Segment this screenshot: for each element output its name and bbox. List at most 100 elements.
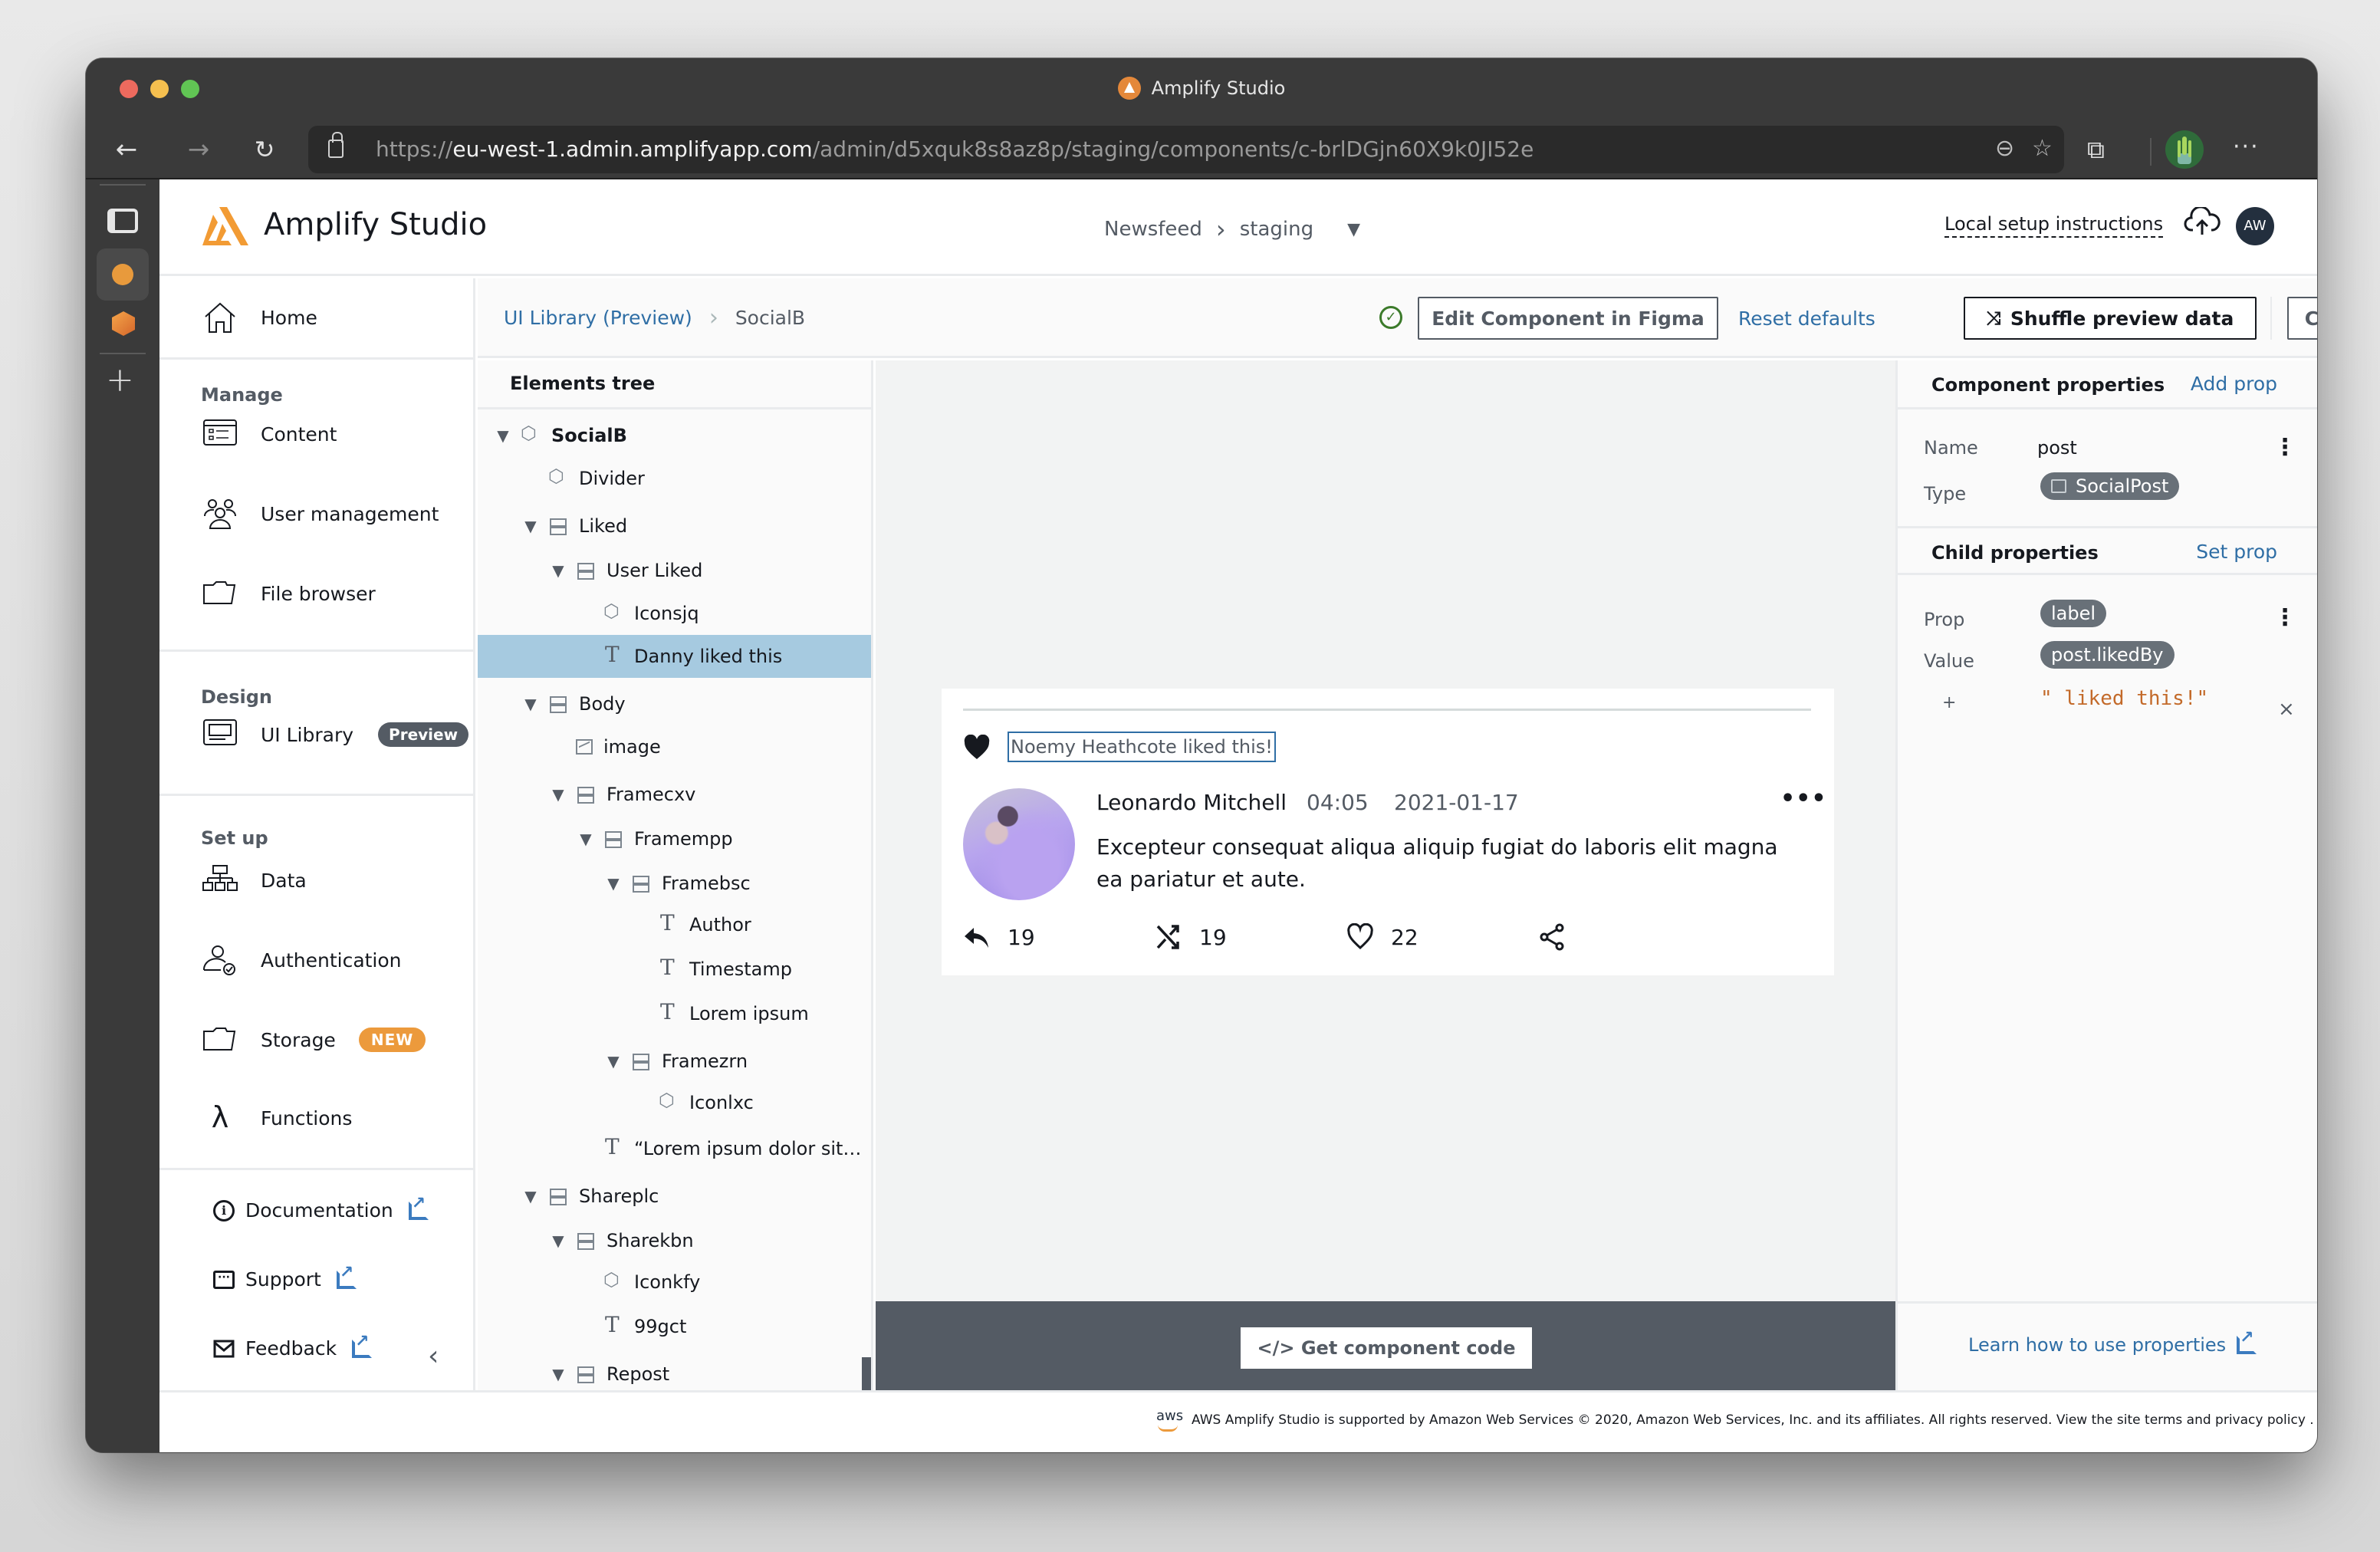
get-component-code-button[interactable]: </> Get component code [1241,1327,1532,1369]
add-tab-plus-icon[interactable]: + [106,363,134,397]
nav-item-storage[interactable]: Storage NEW [202,1024,426,1056]
tree-item[interactable]: 99gct [478,1305,871,1348]
tree-item[interactable]: Author [478,903,871,946]
profile-avatar[interactable] [2165,130,2204,169]
amplify-tab-button[interactable] [97,248,149,301]
edit-in-figma-button[interactable]: Edit Component in Figma [1418,297,1718,340]
documentation-link[interactable]: i Documentation [213,1194,429,1222]
environment-name[interactable]: staging [1240,218,1313,241]
collapse-nav-chevron-icon[interactable]: ‹ [428,1340,439,1372]
expand-caret-icon[interactable]: ▼ [521,1187,541,1205]
breadcrumb-ui-library[interactable]: UI Library (Preview) [504,307,692,329]
expand-caret-icon[interactable]: ▼ [548,1365,568,1383]
support-chat-icon: ··· [213,1270,235,1289]
tree-item[interactable]: ▼ SocialB [478,414,871,457]
extensions-puzzle-icon[interactable]: ⧉ [2087,135,2105,165]
back-arrow-icon[interactable]: ← [109,132,144,167]
shuffle-preview-data-button[interactable]: ⤨ Shuffle preview data [1964,297,2257,340]
nav-item-authentication[interactable]: Authentication [202,944,402,976]
tree-item[interactable]: ▼ Shareplc [478,1175,871,1218]
reply-action[interactable]: 19 [963,923,1035,951]
add-favorite-star-icon[interactable]: ☆ [2032,135,2053,162]
tree-item[interactable]: Lorem ipsum [478,992,871,1035]
expand-caret-icon[interactable]: ▼ [576,830,596,848]
expand-caret-icon[interactable]: ▼ [603,874,623,893]
tree-item[interactable]: Iconsjq [478,592,871,635]
synced-check-icon: ✓ [1379,306,1402,329]
remove-concat-close-icon[interactable]: × [2278,698,2295,721]
tree-item[interactable]: ▼ Liked [478,505,871,547]
repost-action[interactable]: 19 [1155,923,1227,951]
tree-item[interactable]: Divider [478,457,871,500]
child-prop-menu-icon[interactable]: ⋮ [2273,604,2296,631]
tree-item[interactable]: Iconkfy [478,1261,871,1304]
expand-caret-icon[interactable]: ▼ [521,695,541,713]
feedback-link[interactable]: Feedback [213,1332,373,1360]
expand-caret-icon[interactable]: ▼ [603,1052,623,1070]
chevron-right-icon: › [1215,215,1226,244]
tree-item[interactable]: ▼ Framezrn [478,1040,871,1083]
tree-item[interactable]: ▼ Sharekbn [478,1219,871,1262]
tree-item[interactable]: ▼ User Liked [478,549,871,592]
app-name[interactable]: Amplify Studio [264,207,487,242]
environment-dropdown-caret-icon[interactable]: ▼ [1347,220,1360,239]
aws-cube-icon[interactable] [112,311,135,336]
expand-caret-icon[interactable]: ▼ [548,785,568,804]
set-prop-link[interactable]: Set prop [2196,541,2277,563]
expand-caret-icon[interactable]: ▼ [521,517,541,535]
value-binding-chip[interactable]: post.likedBy [2040,641,2175,669]
nav-item-content[interactable]: Content [202,418,337,450]
address-bar[interactable]: https://eu-west-1.admin.amplifyapp.com/a… [308,126,2064,173]
expand-caret-icon[interactable]: ▼ [548,1231,568,1250]
tree-item[interactable]: image [478,725,871,768]
cloud-upload-icon[interactable] [2184,207,2221,238]
tree-item[interactable]: ▼ Repost [478,1353,871,1390]
nav-item-user-management[interactable]: User management [202,498,439,530]
project-name[interactable]: Newsfeed [1104,218,1202,241]
reply-arrow-icon [965,928,988,948]
learn-properties-link[interactable]: Learn how to use properties [1968,1328,2257,1356]
social-post-preview[interactable]: Noemy Heathcote liked this! Leonardo Mit… [942,689,1834,975]
liked-by-text-selected[interactable]: Noemy Heathcote liked this! [1008,732,1276,762]
tree-item[interactable]: ▼ Framebsc [478,862,871,905]
tab-actions-icon[interactable] [107,209,138,233]
tree-item[interactable]: ▼ Framecxv [478,773,871,816]
tree-item[interactable]: “Lorem ipsum dolor sit… [478,1127,871,1170]
nav-item-functions[interactable]: λ Functions [202,1102,353,1134]
nav-item-ui-library[interactable]: UI Library Preview [202,718,469,751]
expand-caret-icon[interactable]: ▼ [493,426,513,445]
tree-item[interactable]: ▼ Framempp [478,817,871,860]
like-action[interactable]: 22 [1346,923,1418,951]
nav-item-data[interactable]: Data [202,864,307,896]
repost-shuffle-icon [1156,925,1179,949]
user-avatar[interactable]: AW [2236,207,2274,245]
tree-item[interactable]: Danny liked this [478,635,871,678]
tree-item[interactable]: ▼ Body [478,682,871,725]
nav-home-section: Home [159,278,473,360]
add-prop-link[interactable]: Add prop [2191,373,2277,395]
share-action[interactable] [1538,923,1566,951]
component-prop-menu-icon[interactable]: ⋮ [2273,434,2296,461]
reset-defaults-link[interactable]: Reset defaults [1738,307,1875,330]
reload-icon[interactable]: ↻ [247,132,282,167]
nav-item-home[interactable]: Home [202,301,317,334]
local-setup-link[interactable]: Local setup instructions [1944,213,2164,238]
concat-string-value[interactable]: " liked this!" [2040,687,2208,710]
url-text[interactable]: https://eu-west-1.admin.amplifyapp.com/a… [376,136,1534,162]
expand-caret-icon[interactable]: ▼ [548,561,568,580]
amplify-logo-icon[interactable] [202,207,248,245]
forward-arrow-icon[interactable]: → [181,132,216,167]
more-options-icon[interactable]: ··· [2233,133,2260,160]
tree-item[interactable]: Iconlxc [478,1081,871,1124]
type-chip[interactable]: SocialPost [2040,472,2180,500]
name-value[interactable]: post [2037,437,2077,459]
nav-item-file-browser[interactable]: File browser [202,577,376,610]
support-link[interactable]: ··· Support [213,1263,357,1291]
tree-scrollbar[interactable] [862,1357,871,1390]
create-collection-button[interactable]: Create collection [2287,297,2317,340]
zoom-out-icon[interactable]: ⊖ [1995,135,2014,162]
post-more-options-icon[interactable]: ••• [1780,785,1827,812]
share-icon [1540,923,1564,951]
prop-chip[interactable]: label [2040,600,2107,627]
tree-item[interactable]: Timestamp [478,948,871,991]
